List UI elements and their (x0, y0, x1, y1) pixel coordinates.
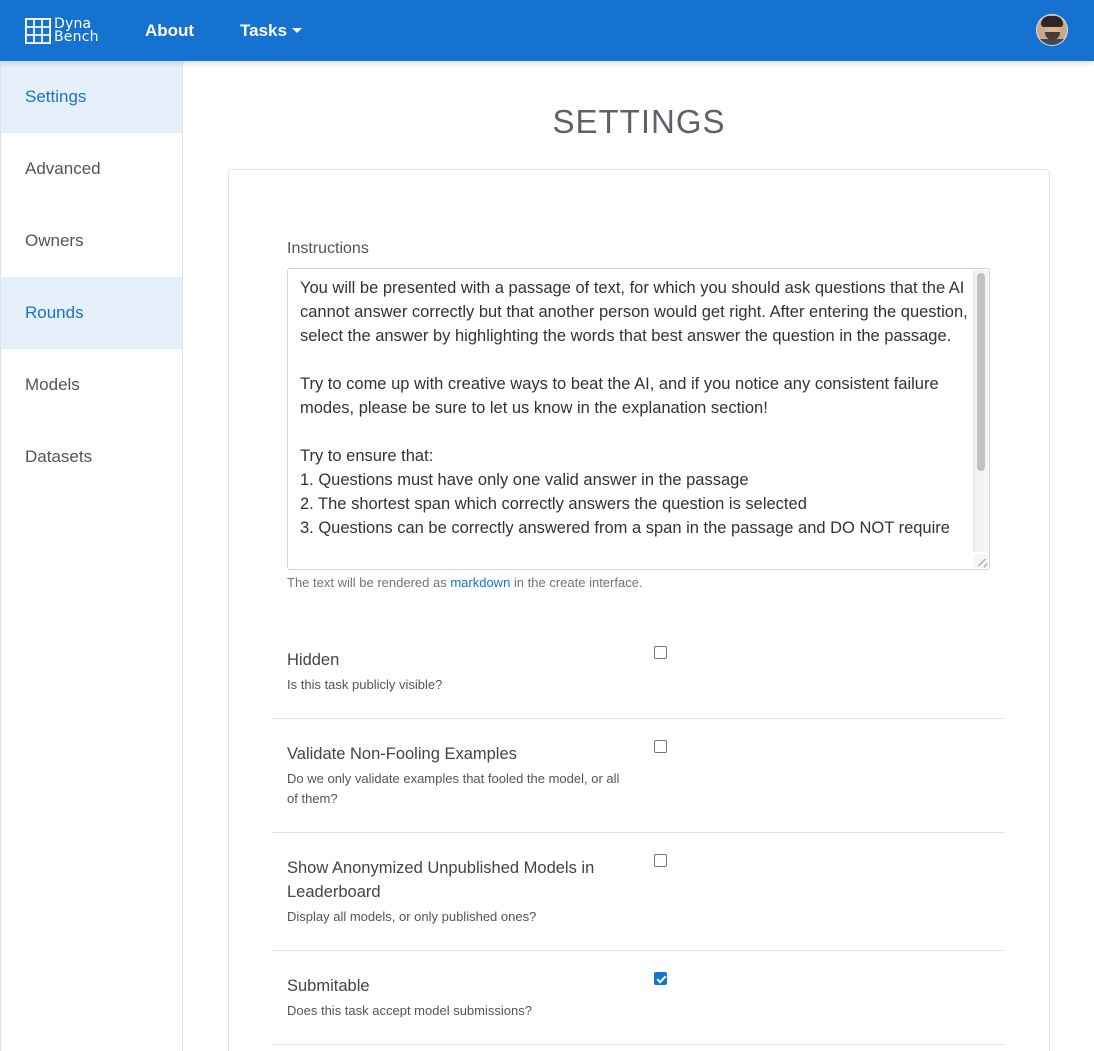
nav-about-link[interactable]: About (145, 0, 194, 61)
nav-tasks-dropdown[interactable]: Tasks (240, 0, 302, 61)
logo-text-line2: Bench (54, 28, 99, 45)
textarea-scrollbar[interactable] (973, 270, 988, 552)
instructions-label: Instructions (287, 240, 369, 257)
user-avatar[interactable] (1036, 14, 1068, 46)
dynabench-logo[interactable]: Dyna Bench (25, 17, 99, 44)
setting-row-show-anonymized: Show Anonymized Unpublished Models in Le… (272, 833, 1005, 951)
sidebar-item-datasets[interactable]: Datasets (1, 421, 182, 493)
sidebar-item-models[interactable]: Models (1, 349, 182, 421)
sidebar-item-settings[interactable]: Settings (1, 61, 182, 133)
setting-title: Validate Non-Fooling Examples (287, 745, 517, 763)
resize-grip-icon[interactable] (974, 554, 988, 568)
instructions-textarea[interactable]: You will be presented with a passage of … (287, 268, 990, 570)
sidebar-item-advanced[interactable]: Advanced (1, 133, 182, 205)
scrollbar-thumb[interactable] (977, 273, 985, 471)
setting-description: Display all models, or only published on… (287, 909, 537, 924)
instructions-text[interactable]: You will be presented with a passage of … (300, 276, 970, 540)
logo-text: Dyna Bench (54, 17, 99, 45)
setting-row-hidden: Hidden Is this task publicly visible? (272, 620, 1005, 719)
sidebar-item-owners[interactable]: Owners (1, 205, 182, 277)
setting-title: Hidden (287, 651, 340, 669)
submitable-checkbox[interactable] (654, 972, 667, 985)
logo-grid-icon (25, 17, 51, 44)
help-prefix: The text will be rendered as (287, 575, 447, 590)
setting-row-validate-non-fooling: Validate Non-Fooling Examples Do we only… (272, 719, 1005, 833)
setting-description: Is this task publicly visible? (287, 677, 443, 692)
setting-description: Do we only validate examples that fooled… (287, 771, 620, 806)
instructions-help-text: The text will be rendered as markdown in… (287, 575, 643, 590)
caret-down-icon (291, 28, 302, 33)
hidden-checkbox[interactable] (654, 646, 667, 659)
markdown-link[interactable]: markdown (450, 575, 510, 590)
show-anonymized-checkbox[interactable] (654, 854, 667, 867)
page-title: SETTINGS (552, 103, 726, 140)
setting-title: Show Anonymized Unpublished Models in Le… (287, 859, 595, 901)
setting-row-submitable: Submitable Does this task accept model s… (272, 951, 1005, 1045)
settings-sidebar: Settings Advanced Owners Rounds Models D… (0, 61, 183, 1051)
setting-description: Does this task accept model submissions? (287, 1003, 532, 1018)
nav-tasks-label: Tasks (240, 21, 287, 40)
validate-non-fooling-checkbox[interactable] (654, 740, 667, 753)
setting-title: Submitable (287, 977, 370, 995)
help-suffix: in the create interface. (513, 575, 643, 590)
top-navbar: Dyna Bench About Tasks (0, 0, 1094, 61)
sidebar-item-rounds[interactable]: Rounds (1, 277, 182, 349)
